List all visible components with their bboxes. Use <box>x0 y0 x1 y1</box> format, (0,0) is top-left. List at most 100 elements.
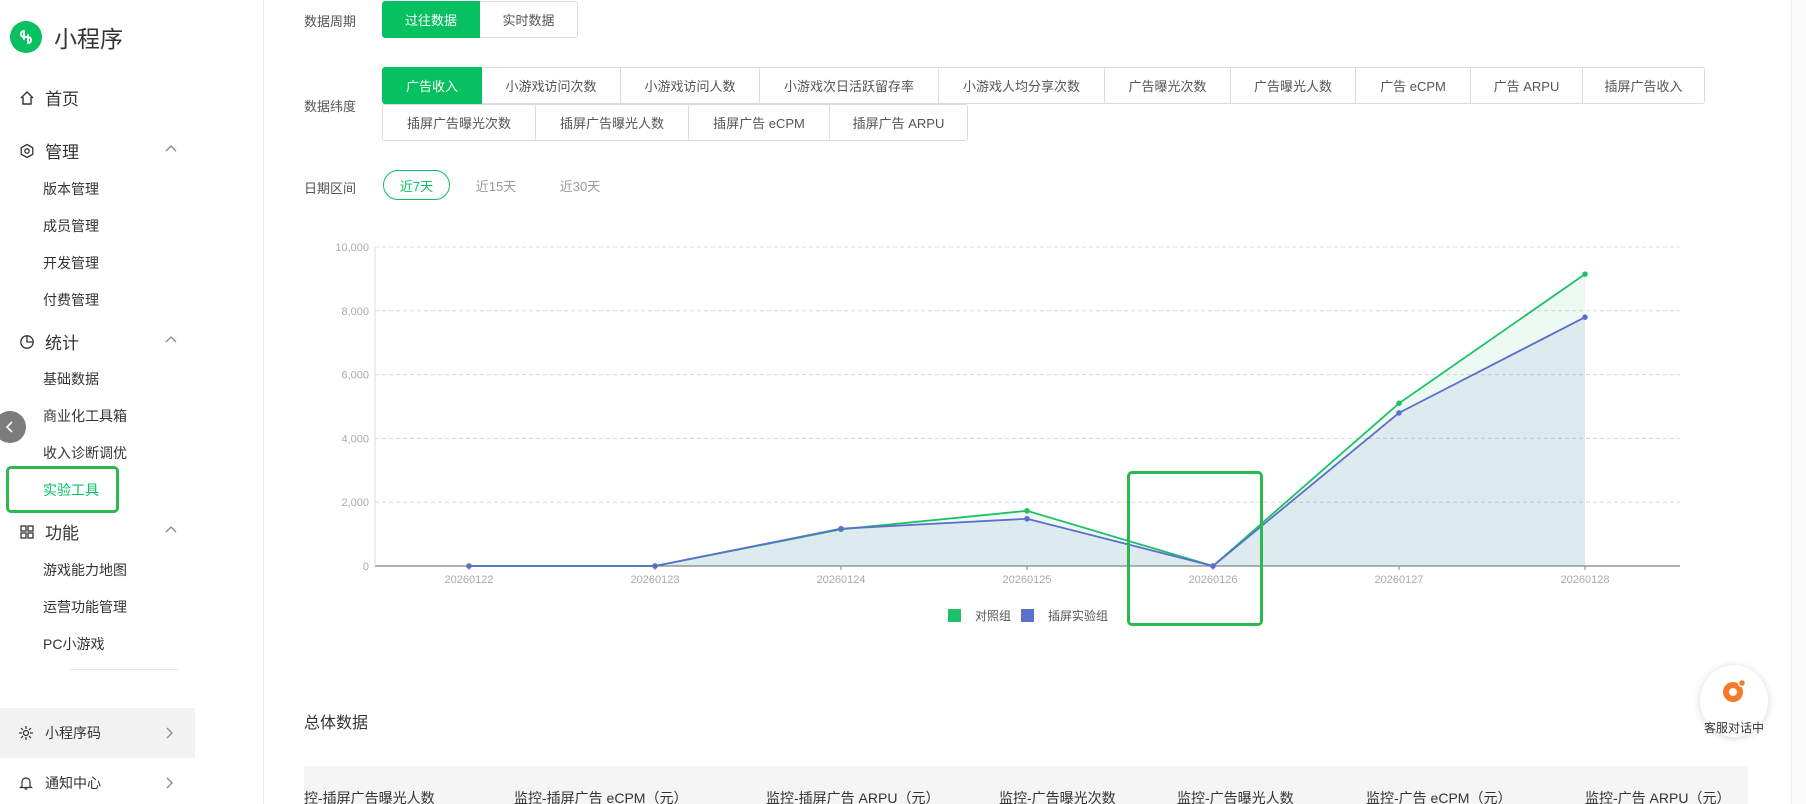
dimension-interstitial-revenue[interactable]: 插屏广告收入 <box>1582 67 1705 104</box>
period-label: 数据周期 <box>304 14 357 29</box>
notification-center-label: 通知中心 <box>45 775 101 791</box>
dimension-visits[interactable]: 小游戏访问次数 <box>481 67 621 104</box>
nav-home[interactable]: 首页 <box>18 85 79 110</box>
table-column-header: 监控-插屏广告 ARPU（元） <box>766 790 940 804</box>
chevron-up-icon[interactable] <box>164 332 178 346</box>
sidebar-item-version[interactable]: 版本管理 <box>43 179 99 199</box>
dimension-next-day-retention[interactable]: 小游戏次日活跃留存率 <box>759 67 939 104</box>
nav-group-manage[interactable]: 管理 <box>18 138 79 163</box>
dimension-interstitial-impression-users[interactable]: 插屏广告曝光人数 <box>535 104 689 141</box>
dimension-ad-revenue[interactable]: 广告收入 <box>382 67 482 104</box>
nav-group-label: 功能 <box>45 524 79 543</box>
table-column-header: 监控-广告曝光人数 <box>1177 790 1294 804</box>
legend-label-experiment[interactable]: 插屏实验组 <box>1048 607 1108 624</box>
x-tick-label: 20260127 <box>1375 574 1424 586</box>
data-point <box>838 525 844 532</box>
x-tick-label: 20260122 <box>445 574 494 586</box>
x-tick-label: 20260124 <box>817 574 866 586</box>
x-tick-label: 20260123 <box>631 574 680 586</box>
table-column-header: 监控-广告曝光次数 <box>999 790 1116 804</box>
mini-program-code-row[interactable]: 小程序码 <box>0 708 195 758</box>
nav-group-label: 管理 <box>45 143 79 162</box>
dimension-ad-ecpm[interactable]: 广告 eCPM <box>1355 67 1471 104</box>
chart-legend: 对照组 插屏实验组 <box>948 607 1108 624</box>
dimension-row-2: 插屏广告曝光次数 插屏广告曝光人数 插屏广告 eCPM 插屏广告 ARPU <box>382 104 968 141</box>
date-range-label: 日期区间 <box>304 181 357 196</box>
nav-group-statistics[interactable]: 统计 <box>18 329 79 354</box>
legend-swatch-experiment <box>1021 609 1035 622</box>
dimension-ad-impressions[interactable]: 广告曝光次数 <box>1104 67 1231 104</box>
data-point <box>1024 515 1030 522</box>
page-scrollbar[interactable] <box>1791 0 1806 804</box>
sidebar-item-revenue-diagnosis[interactable]: 收入诊断调优 <box>43 443 127 463</box>
date-option-15d[interactable]: 近15天 <box>466 170 526 200</box>
overall-table-header: 控-插屏广告曝光人数 监控-插屏广告 eCPM（元） 监控-插屏广告 ARPU（… <box>304 766 1748 804</box>
y-tick-label: 6,000 <box>341 370 369 382</box>
legend-label-control[interactable]: 对照组 <box>975 607 1011 624</box>
sidebar-item-payment[interactable]: 付费管理 <box>43 290 99 310</box>
nav-group-features[interactable]: 功能 <box>18 519 79 544</box>
pie-chart-icon <box>18 333 36 351</box>
sidebar-item-capability-map[interactable]: 游戏能力地图 <box>43 560 127 580</box>
chevron-up-icon[interactable] <box>164 522 178 536</box>
sidebar-item-members[interactable]: 成员管理 <box>43 216 99 236</box>
sidebar-item-development[interactable]: 开发管理 <box>43 253 99 273</box>
date-option-30d[interactable]: 近30天 <box>548 170 612 200</box>
series-area-1 <box>469 317 1585 566</box>
dimension-interstitial-arpu[interactable]: 插屏广告 ARPU <box>829 104 968 141</box>
data-point <box>1582 271 1588 277</box>
date-option-7d[interactable]: 近7天 <box>383 170 450 200</box>
period-segment: 过往数据 实时数据 <box>382 1 578 38</box>
sidebar-divider <box>70 669 178 670</box>
mini-program-logo-icon <box>10 21 42 53</box>
annotation-highlight-box <box>1127 471 1263 626</box>
customer-service-button[interactable]: 客服对话中 <box>1700 665 1768 737</box>
data-point <box>652 563 658 569</box>
sidebar-item-commerce-toolbox[interactable]: 商业化工具箱 <box>43 406 127 426</box>
nav-group-label: 统计 <box>45 334 79 353</box>
dimension-ad-arpu[interactable]: 广告 ARPU <box>1470 67 1583 104</box>
chevron-right-icon <box>162 776 176 790</box>
sidebar-item-basic-data[interactable]: 基础数据 <box>43 369 99 389</box>
customer-service-label: 客服对话中 <box>1703 721 1764 735</box>
grid-apps-icon <box>18 523 36 541</box>
data-point <box>1396 400 1402 407</box>
sidebar-item-experiment-tool[interactable]: 实验工具 <box>43 480 99 500</box>
dimension-interstitial-ecpm[interactable]: 插屏广告 eCPM <box>688 104 830 141</box>
app-logo[interactable]: 小程序 <box>10 20 123 54</box>
notification-center-row[interactable]: 通知中心 <box>0 758 195 804</box>
chevron-right-icon <box>162 726 176 740</box>
y-tick-label: 8,000 <box>341 306 369 318</box>
sidebar-item-operations[interactable]: 运营功能管理 <box>43 597 127 617</box>
dimension-visitors[interactable]: 小游戏访问人数 <box>620 67 760 104</box>
settings-hexagon-icon <box>18 142 36 160</box>
sidebar: 小程序 首页 管理 版本管理 成员管理 开发管理 付费管理 统计 基础数据 商业… <box>0 0 264 804</box>
data-point <box>1582 314 1588 320</box>
x-tick-label: 20260125 <box>1003 574 1052 586</box>
app-name: 小程序 <box>54 26 123 52</box>
nav-home-label: 首页 <box>45 90 79 109</box>
legend-swatch-control <box>948 609 961 622</box>
sun-code-icon <box>17 724 35 742</box>
chat-bubble-icon <box>1723 678 1747 702</box>
period-option-past[interactable]: 过往数据 <box>382 1 480 38</box>
dimension-ad-impression-users[interactable]: 广告曝光人数 <box>1230 67 1356 104</box>
x-tick-label: 20260128 <box>1561 574 1610 586</box>
chevron-left-icon <box>5 421 13 433</box>
table-column-header: 监控-插屏广告 eCPM（元） <box>514 790 688 804</box>
period-option-realtime[interactable]: 实时数据 <box>479 1 578 38</box>
overall-data-title: 总体数据 <box>304 715 369 732</box>
chevron-up-icon[interactable] <box>164 141 178 155</box>
mini-program-code-label: 小程序码 <box>45 725 101 741</box>
data-point <box>466 563 472 569</box>
sidebar-item-pc-game[interactable]: PC小游戏 <box>43 634 104 654</box>
y-tick-label: 0 <box>363 561 369 573</box>
y-tick-label: 2,000 <box>341 497 369 509</box>
dimension-shares-per-user[interactable]: 小游戏人均分享次数 <box>938 67 1105 104</box>
table-column-header: 监控-广告 ARPU（元） <box>1585 790 1731 804</box>
y-tick-label: 10,000 <box>335 242 369 254</box>
y-tick-label: 4,000 <box>341 433 369 445</box>
bell-icon <box>17 774 35 792</box>
home-icon <box>18 89 36 107</box>
dimension-interstitial-impressions[interactable]: 插屏广告曝光次数 <box>382 104 536 141</box>
